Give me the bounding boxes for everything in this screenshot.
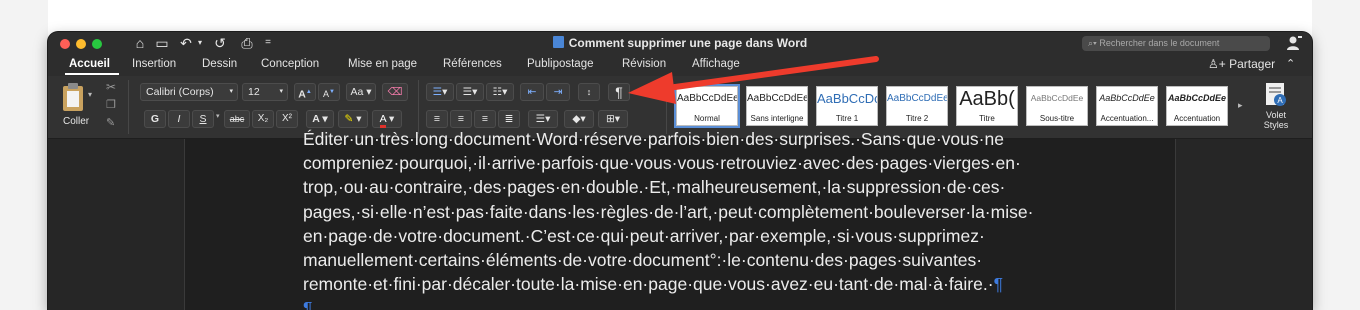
annotation-arrow (628, 56, 879, 104)
